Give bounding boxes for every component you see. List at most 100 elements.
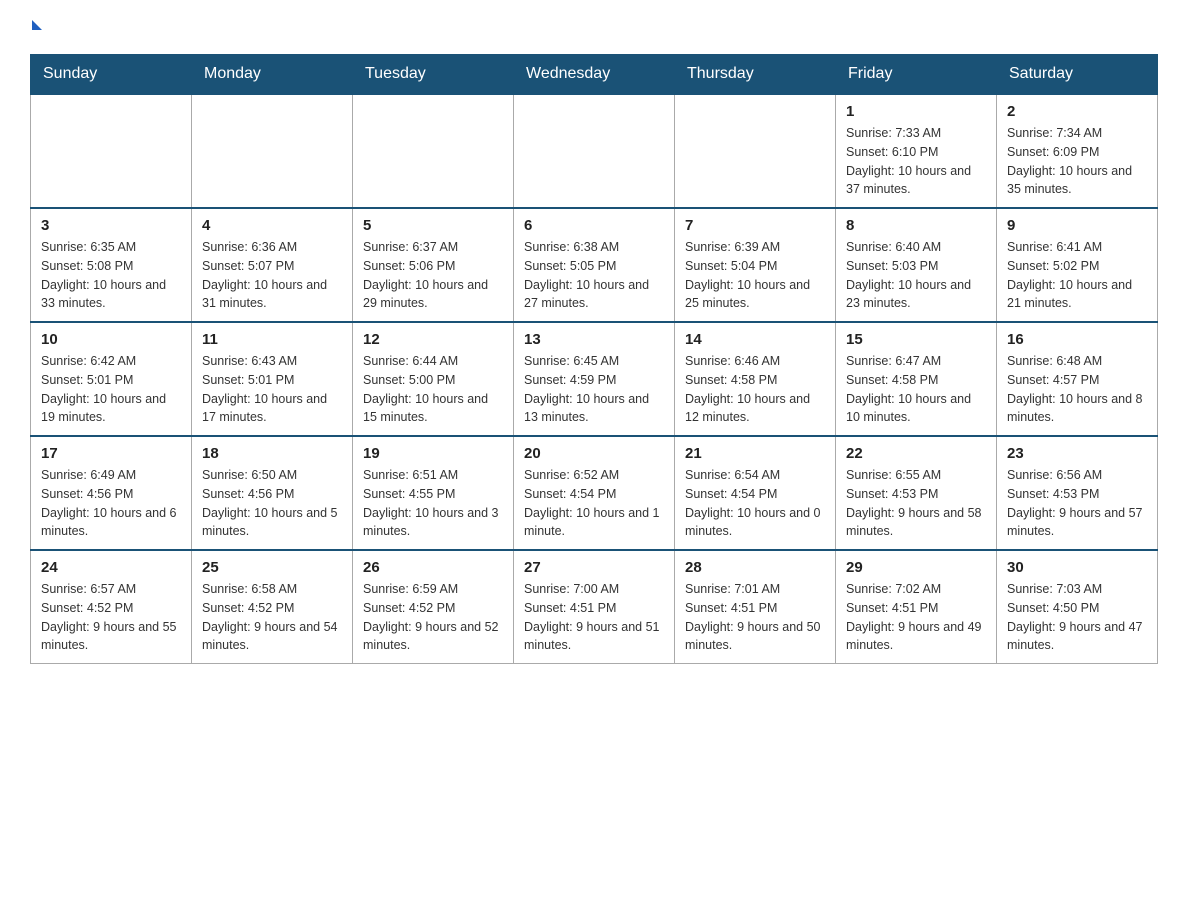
calendar-cell: 26 Sunrise: 6:59 AMSunset: 4:52 PMDayligh… — [353, 550, 514, 664]
day-info: Sunrise: 6:40 AMSunset: 5:03 PMDaylight:… — [846, 238, 986, 313]
calendar-cell: 5 Sunrise: 6:37 AMSunset: 5:06 PMDaylight… — [353, 208, 514, 322]
week-row-1: 1 Sunrise: 7:33 AMSunset: 6:10 PMDaylight… — [31, 94, 1158, 208]
day-info: Sunrise: 6:55 AMSunset: 4:53 PMDaylight:… — [846, 466, 986, 541]
day-info: Sunrise: 6:45 AMSunset: 4:59 PMDaylight:… — [524, 352, 664, 427]
calendar-cell: 24 Sunrise: 6:57 AMSunset: 4:52 PMDayligh… — [31, 550, 192, 664]
day-number: 17 — [41, 445, 181, 462]
day-info: Sunrise: 6:57 AMSunset: 4:52 PMDaylight:… — [41, 580, 181, 655]
calendar-cell: 7 Sunrise: 6:39 AMSunset: 5:04 PMDaylight… — [675, 208, 836, 322]
day-info: Sunrise: 6:41 AMSunset: 5:02 PMDaylight:… — [1007, 238, 1147, 313]
day-number: 3 — [41, 217, 181, 234]
calendar-cell: 16Sunrise: 6:48 AMSunset: 4:57 PMDayligh… — [997, 322, 1158, 436]
day-info: Sunrise: 7:33 AMSunset: 6:10 PMDaylight:… — [846, 124, 986, 199]
day-number: 12 — [363, 331, 503, 348]
calendar-cell: 19Sunrise: 6:51 AMSunset: 4:55 PMDayligh… — [353, 436, 514, 550]
day-number: 30 — [1007, 559, 1147, 576]
day-number: 28 — [685, 559, 825, 576]
calendar-cell — [192, 94, 353, 208]
day-number: 9 — [1007, 217, 1147, 234]
calendar-cell: 30 Sunrise: 7:03 AMSunset: 4:50 PMDayligh… — [997, 550, 1158, 664]
calendar-cell: 27Sunrise: 7:00 AMSunset: 4:51 PMDayligh… — [514, 550, 675, 664]
weekday-header-sunday: Sunday — [31, 55, 192, 95]
day-info: Sunrise: 6:39 AMSunset: 5:04 PMDaylight:… — [685, 238, 825, 313]
day-info: Sunrise: 6:44 AMSunset: 5:00 PMDaylight:… — [363, 352, 503, 427]
day-info: Sunrise: 6:59 AMSunset: 4:52 PMDaylight:… — [363, 580, 503, 655]
day-number: 20 — [524, 445, 664, 462]
calendar-cell: 23Sunrise: 6:56 AMSunset: 4:53 PMDayligh… — [997, 436, 1158, 550]
day-info: Sunrise: 6:46 AMSunset: 4:58 PMDaylight:… — [685, 352, 825, 427]
day-number: 14 — [685, 331, 825, 348]
day-number: 18 — [202, 445, 342, 462]
day-number: 22 — [846, 445, 986, 462]
weekday-header-thursday: Thursday — [675, 55, 836, 95]
day-number: 25 — [202, 559, 342, 576]
day-number: 15 — [846, 331, 986, 348]
day-number: 13 — [524, 331, 664, 348]
calendar-cell — [514, 94, 675, 208]
calendar-cell: 1 Sunrise: 7:33 AMSunset: 6:10 PMDaylight… — [836, 94, 997, 208]
day-number: 24 — [41, 559, 181, 576]
day-info: Sunrise: 6:50 AMSunset: 4:56 PMDaylight:… — [202, 466, 342, 541]
day-info: Sunrise: 6:35 AMSunset: 5:08 PMDaylight:… — [41, 238, 181, 313]
day-info: Sunrise: 6:58 AMSunset: 4:52 PMDaylight:… — [202, 580, 342, 655]
day-number: 2 — [1007, 103, 1147, 120]
calendar-cell: 14 Sunrise: 6:46 AMSunset: 4:58 PMDayligh… — [675, 322, 836, 436]
day-number: 4 — [202, 217, 342, 234]
day-number: 29 — [846, 559, 986, 576]
calendar-cell: 10Sunrise: 6:42 AMSunset: 5:01 PMDayligh… — [31, 322, 192, 436]
weekday-header-wednesday: Wednesday — [514, 55, 675, 95]
day-info: Sunrise: 7:02 AMSunset: 4:51 PMDaylight:… — [846, 580, 986, 655]
weekday-header-row: SundayMondayTuesdayWednesdayThursdayFrid… — [31, 55, 1158, 95]
calendar-table: SundayMondayTuesdayWednesdayThursdayFrid… — [30, 54, 1158, 664]
day-info: Sunrise: 7:01 AMSunset: 4:51 PMDaylight:… — [685, 580, 825, 655]
calendar-cell: 15 Sunrise: 6:47 AMSunset: 4:58 PMDayligh… — [836, 322, 997, 436]
day-info: Sunrise: 7:03 AMSunset: 4:50 PMDaylight:… — [1007, 580, 1147, 655]
day-number: 5 — [363, 217, 503, 234]
day-info: Sunrise: 7:34 AMSunset: 6:09 PMDaylight:… — [1007, 124, 1147, 199]
calendar-cell: 11 Sunrise: 6:43 AMSunset: 5:01 PMDayligh… — [192, 322, 353, 436]
day-info: Sunrise: 6:47 AMSunset: 4:58 PMDaylight:… — [846, 352, 986, 427]
day-info: Sunrise: 6:36 AMSunset: 5:07 PMDaylight:… — [202, 238, 342, 313]
day-number: 26 — [363, 559, 503, 576]
week-row-2: 3 Sunrise: 6:35 AMSunset: 5:08 PMDaylight… — [31, 208, 1158, 322]
calendar-cell: 2 Sunrise: 7:34 AMSunset: 6:09 PMDaylight… — [997, 94, 1158, 208]
day-info: Sunrise: 6:43 AMSunset: 5:01 PMDaylight:… — [202, 352, 342, 427]
calendar-cell — [353, 94, 514, 208]
calendar-cell: 9 Sunrise: 6:41 AMSunset: 5:02 PMDaylight… — [997, 208, 1158, 322]
week-row-4: 17 Sunrise: 6:49 AMSunset: 4:56 PMDayligh… — [31, 436, 1158, 550]
weekday-header-monday: Monday — [192, 55, 353, 95]
calendar-cell: 20 Sunrise: 6:52 AMSunset: 4:54 PMDayligh… — [514, 436, 675, 550]
day-info: Sunrise: 6:48 AMSunset: 4:57 PMDaylight:… — [1007, 352, 1147, 427]
calendar-cell: 6 Sunrise: 6:38 AMSunset: 5:05 PMDaylight… — [514, 208, 675, 322]
calendar-cell: 17 Sunrise: 6:49 AMSunset: 4:56 PMDayligh… — [31, 436, 192, 550]
calendar-cell: 4 Sunrise: 6:36 AMSunset: 5:07 PMDaylight… — [192, 208, 353, 322]
day-info: Sunrise: 6:52 AMSunset: 4:54 PMDaylight:… — [524, 466, 664, 541]
weekday-header-tuesday: Tuesday — [353, 55, 514, 95]
calendar-cell: 22 Sunrise: 6:55 AMSunset: 4:53 PMDayligh… — [836, 436, 997, 550]
day-number: 1 — [846, 103, 986, 120]
calendar-cell: 13 Sunrise: 6:45 AMSunset: 4:59 PMDayligh… — [514, 322, 675, 436]
day-number: 27 — [524, 559, 664, 576]
calendar-cell — [31, 94, 192, 208]
calendar-cell: 25 Sunrise: 6:58 AMSunset: 4:52 PMDayligh… — [192, 550, 353, 664]
calendar-cell: 29 Sunrise: 7:02 AMSunset: 4:51 PMDayligh… — [836, 550, 997, 664]
day-info: Sunrise: 6:38 AMSunset: 5:05 PMDaylight:… — [524, 238, 664, 313]
day-number: 19 — [363, 445, 503, 462]
day-info: Sunrise: 6:49 AMSunset: 4:56 PMDaylight:… — [41, 466, 181, 541]
calendar-cell — [675, 94, 836, 208]
day-info: Sunrise: 6:37 AMSunset: 5:06 PMDaylight:… — [363, 238, 503, 313]
day-info: Sunrise: 6:56 AMSunset: 4:53 PMDaylight:… — [1007, 466, 1147, 541]
calendar-cell: 3 Sunrise: 6:35 AMSunset: 5:08 PMDaylight… — [31, 208, 192, 322]
week-row-5: 24 Sunrise: 6:57 AMSunset: 4:52 PMDayligh… — [31, 550, 1158, 664]
day-number: 7 — [685, 217, 825, 234]
calendar-cell: 21Sunrise: 6:54 AMSunset: 4:54 PMDayligh… — [675, 436, 836, 550]
day-number: 8 — [846, 217, 986, 234]
week-row-3: 10Sunrise: 6:42 AMSunset: 5:01 PMDayligh… — [31, 322, 1158, 436]
day-number: 11 — [202, 331, 342, 348]
logo — [30, 20, 42, 34]
day-info: Sunrise: 6:54 AMSunset: 4:54 PMDaylight:… — [685, 466, 825, 541]
day-number: 6 — [524, 217, 664, 234]
calendar-cell: 28 Sunrise: 7:01 AMSunset: 4:51 PMDayligh… — [675, 550, 836, 664]
day-info: Sunrise: 6:42 AMSunset: 5:01 PMDaylight:… — [41, 352, 181, 427]
calendar-cell: 12 Sunrise: 6:44 AMSunset: 5:00 PMDayligh… — [353, 322, 514, 436]
